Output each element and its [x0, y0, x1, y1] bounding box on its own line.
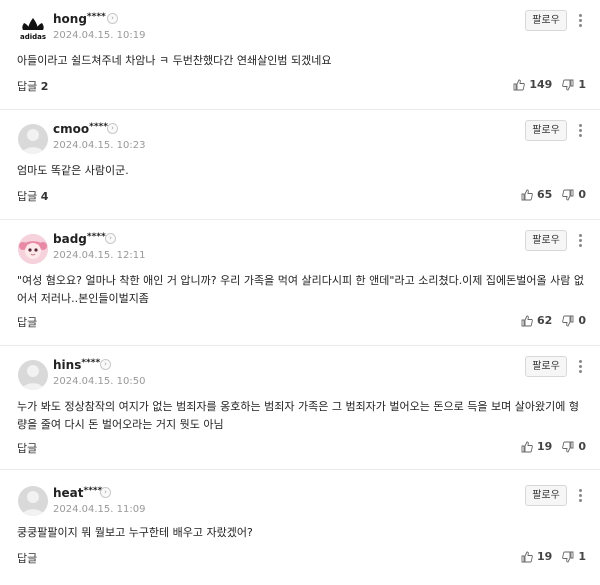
thumbs-down-icon[interactable] — [562, 441, 574, 456]
reaction-bar: 19 0 — [521, 440, 586, 456]
reaction-bar: 62 0 — [521, 314, 586, 330]
thumbs-down-icon[interactable] — [562, 189, 574, 204]
user-info-icon[interactable]: › — [105, 233, 116, 244]
reply-button[interactable]: 답글 4 — [17, 188, 48, 204]
default-avatar[interactable] — [18, 486, 48, 516]
thumbs-up-icon[interactable] — [513, 79, 526, 94]
user-info-icon[interactable]: › — [100, 487, 111, 498]
thumbs-down-icon[interactable] — [562, 315, 574, 330]
like-count: 65 — [537, 188, 553, 201]
comment-text: 누가 봐도 정상참작의 여지가 없는 범죄자를 옹호하는 범죄자 가족은 그 범… — [17, 400, 579, 431]
dislike-count: 0 — [578, 440, 586, 453]
username[interactable]: badg**** — [53, 232, 106, 246]
username[interactable]: heat**** — [53, 486, 102, 500]
character-avatar[interactable] — [18, 234, 48, 264]
comment-item: cmoo**** › 2024.04.15. 10:23 팔로우 엄마도 똑같은… — [0, 110, 600, 220]
more-options-icon[interactable] — [571, 120, 589, 140]
comment-text: 쿵쿵팔팔이지 뭐 뭘보고 누구한테 배우고 자랐겠어? — [17, 526, 253, 539]
adidas-logo-avatar[interactable]: adidas — [18, 14, 48, 44]
like-count: 62 — [537, 314, 553, 327]
reaction-bar: 19 1 — [521, 550, 586, 566]
dislike-count: 1 — [578, 550, 586, 563]
like-count: 149 — [529, 78, 553, 91]
more-options-icon[interactable] — [571, 230, 589, 250]
more-options-icon[interactable] — [571, 485, 589, 505]
follow-button[interactable]: 팔로우 — [525, 120, 567, 141]
thumbs-down-icon[interactable] — [562, 79, 574, 94]
comment-item: adidas hong**** › 2024.04.15. 10:19 팔로우 … — [0, 0, 600, 110]
comment-item: heat**** › 2024.04.15. 11:09 팔로우 쿵쿵팔팔이지 … — [0, 470, 600, 585]
default-avatar[interactable] — [18, 124, 48, 154]
like-count: 19 — [537, 440, 553, 453]
reaction-bar: 65 0 — [521, 188, 586, 204]
user-info-icon[interactable]: › — [100, 359, 111, 370]
follow-button[interactable]: 팔로우 — [525, 10, 567, 31]
comment-item: hins**** › 2024.04.15. 10:50 팔로우 누가 봐도 정… — [0, 346, 600, 470]
default-avatar[interactable] — [18, 360, 48, 390]
user-info-icon[interactable]: › — [107, 123, 118, 134]
username[interactable]: cmoo**** — [53, 122, 108, 136]
comment-date: 2024.04.15. 12:11 — [53, 250, 146, 261]
thumbs-up-icon[interactable] — [521, 189, 533, 204]
thumbs-down-icon[interactable] — [562, 551, 574, 566]
comment-date: 2024.04.15. 10:50 — [53, 376, 146, 387]
thumbs-up-icon[interactable] — [521, 551, 533, 566]
comment-item: badg**** › 2024.04.15. 12:11 팔로우 "여성 혐오요… — [0, 220, 600, 346]
follow-button[interactable]: 팔로우 — [525, 356, 567, 377]
username[interactable]: hong**** — [53, 12, 106, 26]
follow-button[interactable]: 팔로우 — [525, 485, 567, 506]
reaction-bar: 149 1 — [513, 78, 586, 94]
thumbs-up-icon[interactable] — [521, 315, 533, 330]
dislike-count: 0 — [578, 188, 586, 201]
reply-button[interactable]: 답글 — [17, 550, 37, 566]
comment-date: 2024.04.15. 10:19 — [53, 30, 146, 41]
like-count: 19 — [537, 550, 553, 563]
thumbs-up-icon[interactable] — [521, 441, 533, 456]
dislike-count: 1 — [578, 78, 586, 91]
reply-button[interactable]: 답글 — [17, 314, 37, 330]
user-info-icon[interactable]: › — [107, 13, 118, 24]
follow-button[interactable]: 팔로우 — [525, 230, 567, 251]
more-options-icon[interactable] — [571, 10, 589, 30]
comment-date: 2024.04.15. 10:23 — [53, 140, 146, 151]
svg-text:adidas: adidas — [20, 33, 46, 41]
comment-text: "여성 혐오요? 얼마나 착한 애인 거 압니까? 우리 가족을 먹여 살리다시… — [17, 274, 584, 305]
comment-text: 엄마도 똑같은 사람이군. — [17, 164, 129, 177]
dislike-count: 0 — [578, 314, 586, 327]
reply-button[interactable]: 답글 — [17, 440, 37, 456]
comment-list: adidas hong**** › 2024.04.15. 10:19 팔로우 … — [0, 0, 600, 585]
more-options-icon[interactable] — [571, 356, 589, 376]
reply-button[interactable]: 답글 2 — [17, 78, 48, 94]
username[interactable]: hins**** — [53, 358, 100, 372]
comment-date: 2024.04.15. 11:09 — [53, 504, 146, 515]
comment-text: 아들이라고 쉴드쳐주네 차암나 ㅋ 두번찬했다간 연쇄살인범 되겠네요 — [17, 54, 332, 67]
